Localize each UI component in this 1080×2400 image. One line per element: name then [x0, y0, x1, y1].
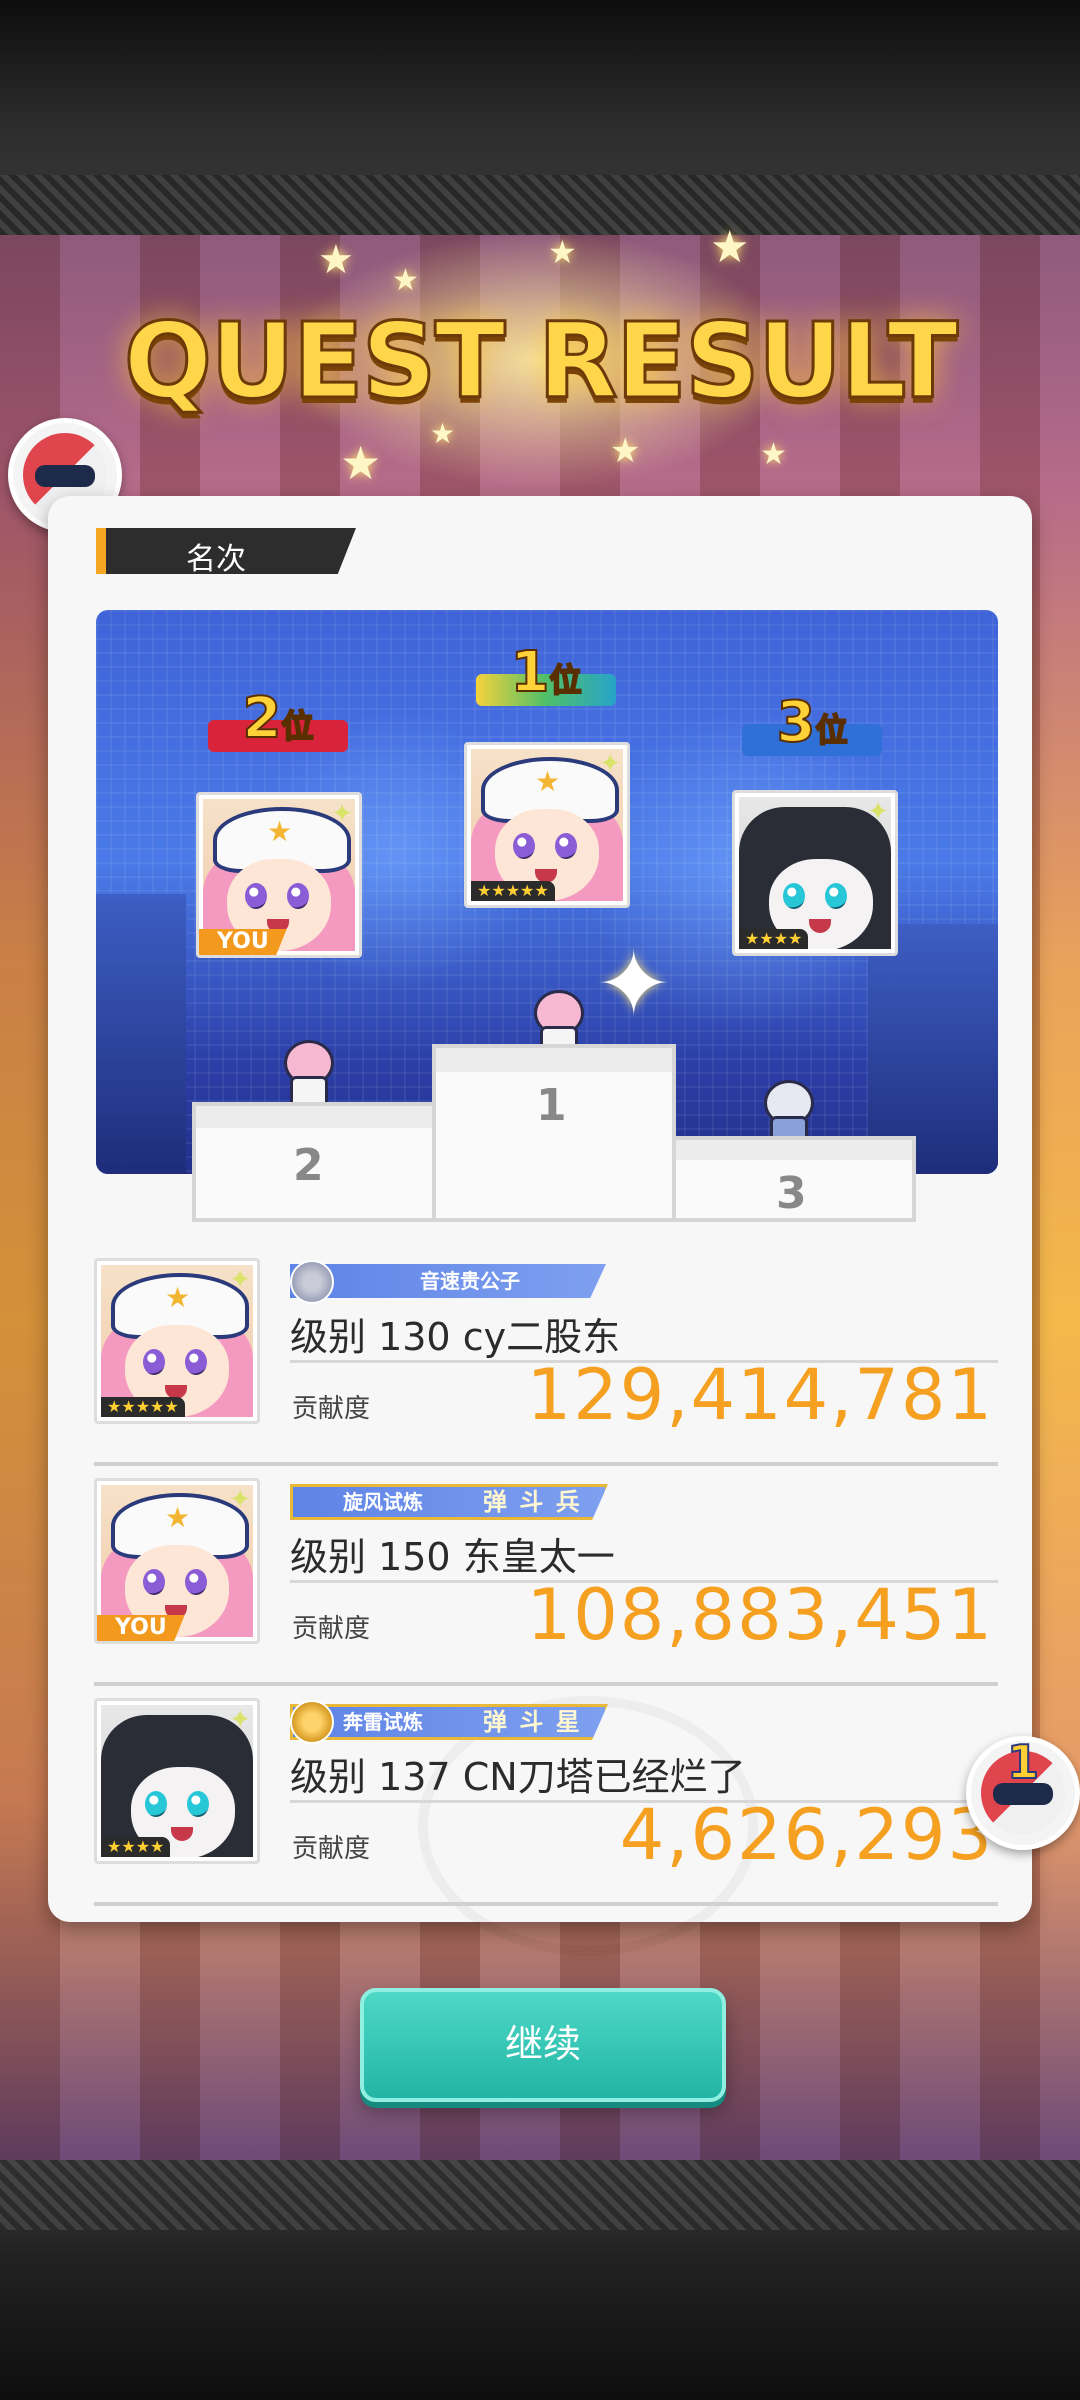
sparkle-icon: ✦	[229, 1705, 251, 1735]
section-header: 名次	[96, 528, 356, 574]
burst-icon: ✦	[596, 932, 672, 1037]
sparkle-icon: ✦	[599, 749, 621, 779]
player-card: ✦ YOU	[94, 1478, 260, 1644]
podium-number-1: 1	[536, 1080, 567, 1131]
bottom-frame	[0, 2160, 1080, 2400]
star-icon: ★	[340, 436, 382, 490]
rank-number: 2	[242, 685, 283, 752]
podium-card-3[interactable]: ✦ ★★★★	[732, 790, 898, 956]
rank-suffix: 位	[280, 706, 314, 746]
contribution-label: 贡献度	[292, 1394, 371, 1424]
rank-ribbon-1: 1位	[476, 639, 616, 716]
building-left	[96, 894, 186, 1174]
contribution-value: 4,626,293	[619, 1794, 994, 1876]
player-name: 级别 130 cy二股东	[290, 1315, 621, 1359]
title-badge-text: 旋风试炼	[343, 1490, 423, 1514]
title-badge-text: 奔雷试炼	[343, 1710, 423, 1734]
you-tag: YOU	[97, 1615, 185, 1641]
contribution-value: 129,414,781	[526, 1354, 994, 1436]
contribution-label: 贡献度	[292, 1834, 371, 1864]
player-name: 级别 150 东皇太一	[290, 1535, 615, 1579]
section-label: 名次	[186, 542, 246, 577]
rank-number: 3	[776, 689, 817, 756]
rank-ribbon-3: 3位	[742, 689, 882, 766]
star-icon: ★	[610, 431, 641, 471]
title-badge: 奔雷试炼 弹 斗 星	[290, 1704, 608, 1740]
player-card: ✦ ★★★★★	[94, 1258, 260, 1424]
contribution-label: 贡献度	[292, 1614, 371, 1644]
podium-number-3: 3	[776, 1168, 807, 1219]
rank-emblem-icon	[290, 1700, 334, 1744]
you-tag: YOU	[199, 929, 287, 955]
rarity-stars: ★★★★	[101, 1837, 171, 1857]
sparkle-icon: ✦	[331, 799, 353, 829]
top-frame	[0, 0, 1080, 235]
title-badge: 音速贵公子	[290, 1264, 606, 1298]
sparkle-icon: ✦	[229, 1485, 251, 1515]
star-icon: ★	[760, 437, 787, 472]
player-name: 级别 137 CN刀塔已经烂了	[290, 1755, 746, 1799]
rarity-stars: ★★★★	[739, 929, 809, 949]
podium-number-2: 2	[293, 1140, 324, 1191]
podium-card-2[interactable]: ✦ YOU	[196, 792, 362, 958]
ranking-row-3[interactable]: ✦ ★★★★ 奔雷试炼 弹 斗 星 级别 137 CN刀塔已经烂了 贡献度 4,…	[94, 1690, 998, 1906]
rank-emblem-icon	[290, 1260, 334, 1304]
rank-number: 1	[510, 639, 551, 706]
continue-button[interactable]: 继续	[360, 1988, 726, 2102]
quest-result-title: QUEST RESULT	[122, 299, 959, 424]
result-panel: 名次 2位 ✦ YOU 1位 ✦ ★★	[48, 496, 1032, 1956]
contribution-value: 108,883,451	[526, 1574, 994, 1656]
badge-count: 1	[1006, 1736, 1040, 1790]
star-icon: ★	[548, 233, 577, 271]
rank-badge-right[interactable]: 1	[966, 1736, 1080, 1850]
ranking-row-2[interactable]: ✦ YOU 旋风试炼 弹 斗 兵 级别 150 东皇太一 贡献度 108,883…	[94, 1470, 998, 1686]
sparkle-icon: ✦	[229, 1265, 251, 1295]
title-badge: 旋风试炼 弹 斗 兵	[290, 1484, 608, 1520]
rank-ribbon-2: 2位	[208, 685, 348, 762]
podium-card-1[interactable]: ✦ ★★★★★	[464, 742, 630, 908]
title-badge-text: 音速贵公子	[420, 1269, 520, 1293]
ranking-row-1[interactable]: ✦ ★★★★★ 音速贵公子 级别 130 cy二股东 贡献度 129,414,7…	[94, 1250, 998, 1466]
rank-suffix: 位	[548, 660, 582, 700]
rank-suffix: 位	[814, 710, 848, 750]
star-icon: ★	[318, 237, 354, 283]
player-card: ✦ ★★★★	[94, 1698, 260, 1864]
chibi-character-2	[276, 1040, 336, 1114]
title-badge-rank: 弹 斗 兵	[483, 1488, 582, 1516]
sparkle-icon: ✦	[867, 797, 889, 827]
star-icon: ★	[710, 222, 750, 273]
title-badge-rank: 弹 斗 星	[483, 1708, 582, 1736]
star-icon: ★	[392, 263, 419, 298]
rarity-stars: ★★★★★	[471, 881, 555, 901]
rarity-stars: ★★★★★	[101, 1397, 185, 1417]
star-icon: ★	[430, 417, 456, 450]
